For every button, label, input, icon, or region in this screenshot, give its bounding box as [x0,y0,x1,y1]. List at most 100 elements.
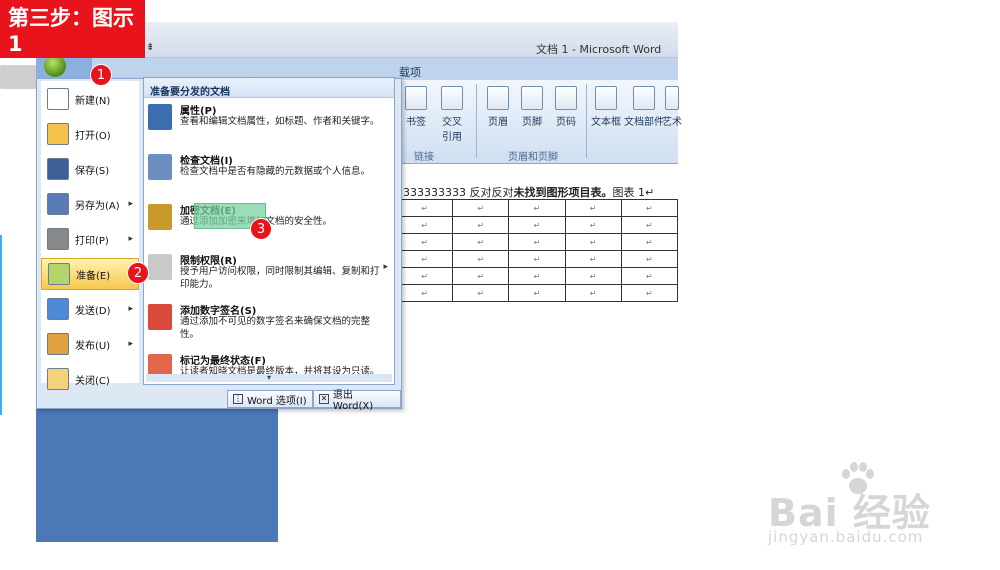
menu-item-label: 另存为(A) [75,200,120,212]
open-folder-icon [47,123,69,145]
step-marker-2: 2 [127,262,149,284]
submenu-item-desc: 通过添加不可见的数字签名来确保文档的完整性。 [180,316,371,340]
footer-button[interactable]: 页脚 [514,86,550,128]
table-cell[interactable]: ↵ [620,284,679,302]
table-cell[interactable]: ↵ [508,216,566,234]
table-cell[interactable]: ↵ [452,216,510,234]
group-separator [476,84,477,158]
restrict-permission-icon [148,254,172,280]
menu-item-4[interactable]: 打印(P) ▸ [41,223,139,255]
exit-word-button[interactable]: ✕ 退出 Word(X) [313,390,401,412]
prepare-pen-icon [48,263,70,285]
step-banner: 第三步：图示1 [0,0,145,58]
digital-signature-icon [148,304,172,330]
step-marker-3: 3 [250,218,272,240]
bookmark-icon [405,86,427,110]
screenshot-stage: 第三步：图示1 ⇟ 文档 1 - Microsoft Word 载项 书签 交叉… [0,0,1000,570]
table-cell[interactable]: ↵ [620,250,679,268]
bookmark-button[interactable]: 书签 [398,86,434,128]
step-marker-1: 1 [90,64,112,86]
office-menu: 新建(N)打开(O)保存(S)另存为(A)▸打印(P)▸准备(E)▸发送(D)▸… [36,77,402,412]
table-cell[interactable]: ↵ [564,216,622,234]
table-cell[interactable]: ↵ [564,267,622,285]
office-menu-footer: ⋮ Word 选项(I) ✕ 退出 Word(X) [37,387,401,412]
table-cell[interactable]: ↵ [452,250,510,268]
table-cell[interactable]: ↵ [395,199,454,217]
submenu-item-desc: 检查文档中是否有隐藏的元数据或个人信息。 [180,166,371,177]
table-cell[interactable]: ↵ [620,216,679,234]
table-cell[interactable]: ↵ [564,284,622,302]
menu-item-label: 打开(O) [75,130,111,142]
table-cell[interactable]: ↵ [395,216,454,234]
menu-item-7[interactable]: 发布(U) ▸ [41,328,139,360]
properties-icon [148,104,172,130]
table-cell[interactable]: ↵ [452,233,510,251]
quick-parts-button[interactable]: 文档部件 [622,86,666,128]
page-number-icon [555,86,577,110]
submenu-item-1[interactable]: 检查文档(I) 检查文档中是否有隐藏的元数据或个人信息。 [148,152,392,200]
submenu-item-0[interactable]: 属性(P) 查看和编辑文档属性，如标题、作者和关键字。 [148,102,392,150]
table-cell[interactable]: ↵ [395,284,454,302]
menu-item-2[interactable]: 保存(S) [41,153,139,185]
table-cell[interactable]: ↵ [564,233,622,251]
encrypt-lock-icon [148,204,172,230]
table-cell[interactable]: ↵ [620,199,679,217]
wordart-button[interactable]: 艺术 [662,86,682,128]
table-cell[interactable]: ↵ [564,199,622,217]
table-cell[interactable]: ↵ [508,267,566,285]
word-options-button[interactable]: ⋮ Word 选项(I) [227,390,313,408]
quick-access-arrow-icon[interactable]: ⇟ [146,42,154,53]
menu-item-5[interactable]: 准备(E)▸ [41,258,139,290]
table-cell[interactable]: ↵ [395,233,454,251]
document-text-line[interactable]: 3333333333 反对反对未找到图形项目表。图表 1↵ [396,184,654,200]
document-table[interactable]: ↵ ↵ ↵ ↵ ↵ ↵ ↵ ↵ ↵ ↵ ↵ ↵ ↵ ↵ ↵ ↵ ↵ ↵ ↵ ↵ ↵ ↵ ↵ ↵ ↵ ↵ ↵ ↵ ↵ ↵ [395,199,679,302]
office-button[interactable] [44,55,66,77]
page-number-button[interactable]: 页码 [548,86,584,128]
table-cell[interactable]: ↵ [395,250,454,268]
submenu-header: 准备要分发的文档 [144,78,394,98]
cross-reference-button[interactable]: 交叉 引用 [434,86,470,143]
group-label-links: 链接 [414,152,434,163]
table-row: ↵ ↵ ↵ ↵ ↵ [395,267,679,285]
mark-final-icon [148,354,172,374]
menu-item-1[interactable]: 打开(O) [41,118,139,150]
table-cell[interactable]: ↵ [508,233,566,251]
menu-item-6[interactable]: 发送(D) ▸ [41,293,139,325]
wordart-icon [665,86,679,110]
footer-icon [521,86,543,110]
textbox-button[interactable]: 文本框 [588,86,624,128]
table-cell[interactable]: ↵ [452,284,510,302]
table-cell[interactable]: ↵ [452,199,510,217]
side-accent-line [0,235,2,415]
menu-item-label: 新建(N) [75,95,111,107]
tab-addins[interactable]: 载项 [399,64,421,80]
table-cell[interactable]: ↵ [395,267,454,285]
submenu-item-desc: 授予用户访问权限，同时限制其编辑、复制和打印能力。 [180,266,380,290]
menu-item-0[interactable]: 新建(N) [41,83,139,115]
submenu-scroll-down[interactable]: ▾ [146,374,392,382]
options-icon: ⋮ [233,394,243,404]
table-cell[interactable]: ↵ [508,284,566,302]
submenu-item-4[interactable]: 添加数字签名(S) 通过添加不可见的数字签名来确保文档的完整性。 [148,302,392,350]
menu-item-label: 发布(U) [75,340,111,352]
submenu-arrow-icon: ▸ [128,234,133,244]
table-cell[interactable]: ↵ [508,250,566,268]
submenu-item-3[interactable]: 限制权限(R) 授予用户访问权限，同时限制其编辑、复制和打印能力。 ▸ [148,252,392,300]
submenu-arrow-icon: ▸ [128,304,133,314]
quick-parts-icon [633,86,655,110]
save-disk-icon [47,158,69,180]
menu-item-3[interactable]: 另存为(A) ▸ [41,188,139,220]
menu-item-label: 打印(P) [75,235,109,247]
table-cell[interactable]: ↵ [452,267,510,285]
printer-icon [47,228,69,250]
table-cell[interactable]: ↵ [564,250,622,268]
group-separator [586,84,587,158]
table-cell[interactable]: ↵ [508,199,566,217]
menu-item-label: 准备(E) [76,270,111,282]
submenu-arrow-icon: ▸ [128,199,133,209]
submenu-item-5[interactable]: 标记为最终状态(F) 让读者知晓文档是最终版本，并将其设为只读。 [148,352,392,374]
header-button[interactable]: 页眉 [480,86,516,128]
table-cell[interactable]: ↵ [620,267,679,285]
textbox-icon [595,86,617,110]
table-cell[interactable]: ↵ [620,233,679,251]
